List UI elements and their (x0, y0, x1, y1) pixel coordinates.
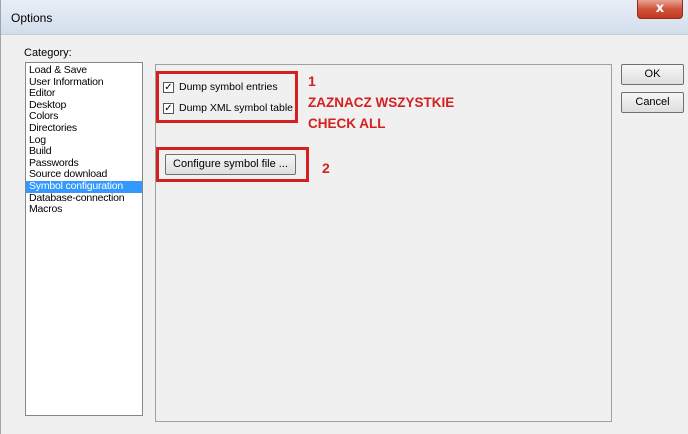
annotation-text-check-all-en: CHECK ALL (308, 116, 386, 131)
close-button[interactable]: x (637, 0, 683, 19)
category-item-macros[interactable]: Macros (26, 204, 142, 216)
cancel-button[interactable]: Cancel (621, 92, 684, 113)
annotation-box-1 (156, 71, 298, 123)
ok-button[interactable]: OK (621, 64, 684, 85)
annotation-box-2 (156, 147, 309, 182)
annotation-number-2: 2 (322, 160, 330, 176)
category-list[interactable]: Load & Save User Information Editor Desk… (25, 62, 143, 416)
window-title: Options (11, 11, 53, 25)
category-item-build[interactable]: Build (26, 146, 142, 158)
category-item-symbol-configuration[interactable]: Symbol configuration (26, 180, 142, 193)
close-icon: x (655, 1, 665, 16)
category-item-directories[interactable]: Directories (26, 122, 142, 135)
annotation-text-check-all-pl: ZAZNACZ WSZYSTKIE (308, 95, 455, 110)
category-item-load-save[interactable]: Load & Save (26, 64, 142, 77)
annotation-number-1: 1 (308, 73, 316, 89)
title-bar[interactable]: Options x (1, 0, 688, 35)
options-dialog: Options x Category: Load & Save User Inf… (0, 0, 688, 434)
category-label: Category: (24, 47, 72, 59)
